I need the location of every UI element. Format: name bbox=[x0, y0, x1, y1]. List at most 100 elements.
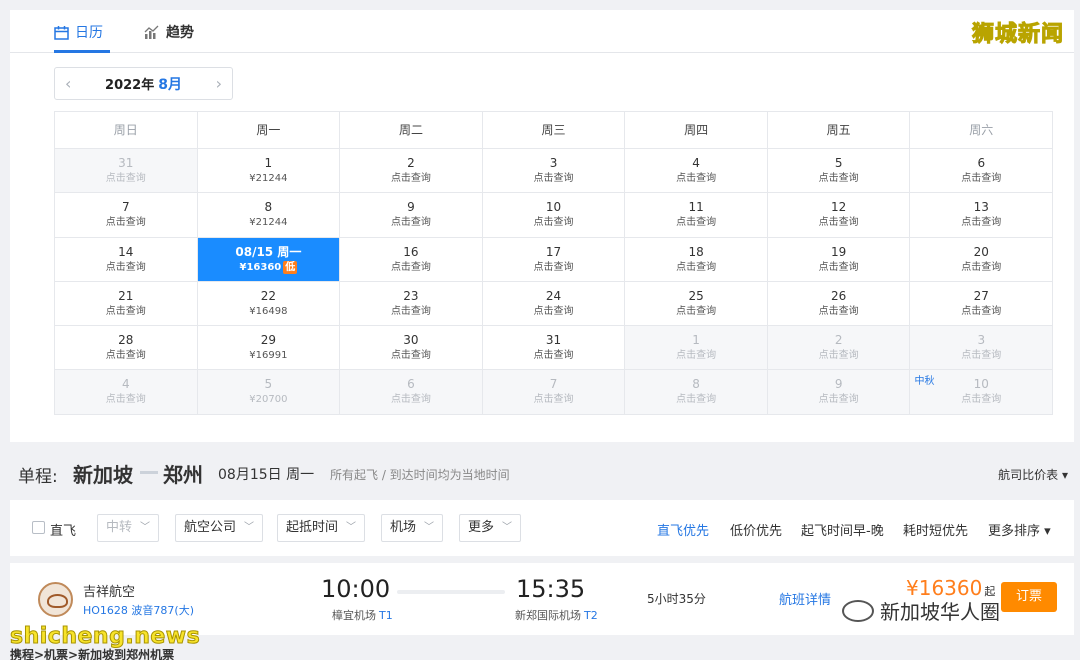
calendar-day[interactable]: 3 点击查询 bbox=[910, 326, 1054, 371]
book-button[interactable]: 订票 bbox=[1001, 582, 1057, 612]
direct-label[interactable]: 直飞 bbox=[50, 520, 76, 539]
calendar-day[interactable]: 12 点击查询 bbox=[767, 193, 911, 238]
sort-more[interactable]: 更多排序 ▾ bbox=[988, 520, 1051, 539]
day-price-text: 点击查询 bbox=[105, 394, 146, 406]
airline-compare-link[interactable]: 航司比价表 ▾ bbox=[998, 466, 1068, 483]
chevron-down-icon: ﹀ bbox=[424, 522, 435, 533]
day-price-text: 点击查询 bbox=[533, 305, 574, 317]
active-tab-indicator bbox=[54, 50, 110, 53]
calendar-day[interactable]: 2 点击查询 bbox=[340, 149, 483, 194]
calendar-day[interactable]: 18 点击查询 bbox=[625, 237, 768, 282]
calendar-day[interactable]: 21 点击查询 bbox=[55, 281, 198, 327]
day-price-text: ¥16498 bbox=[249, 305, 288, 317]
day-number: 18 bbox=[688, 244, 704, 259]
flight-details-link[interactable]: 航班详情 bbox=[779, 589, 831, 608]
calendar-day-selected[interactable]: 08/15 周一 ¥16360 低 bbox=[197, 237, 341, 282]
calendar-week-row: 14 点击查询 08/15 周一 ¥16360 低 16 点击查询 17 点击查询 18 点击查询 1… bbox=[55, 237, 1054, 282]
day-price: ¥16991 bbox=[198, 348, 340, 363]
tab-trend[interactable]: 趋势 bbox=[144, 22, 194, 42]
day-price: 点击查询 bbox=[55, 348, 197, 363]
calendar-day[interactable]: 20 点击查询 bbox=[910, 237, 1054, 282]
time-dropdown[interactable]: 起抵时间 ﹀ bbox=[277, 514, 366, 542]
day-number: 3 bbox=[549, 156, 558, 170]
day-price-text: 点击查询 bbox=[961, 305, 1002, 317]
calendar-day[interactable]: 23 点击查询 bbox=[340, 281, 483, 327]
departure-airport: 樟宜机场 T1 bbox=[332, 607, 393, 623]
calendar-day[interactable]: 28 点击查询 bbox=[55, 326, 198, 371]
calendar-day[interactable]: 6 点击查询 bbox=[340, 370, 483, 415]
airline-dropdown[interactable]: 航空公司 ﹀ bbox=[175, 514, 264, 542]
calendar-day[interactable]: 24 点击查询 bbox=[482, 281, 626, 327]
month-label: 2022年 8月 bbox=[105, 74, 182, 94]
calendar-day[interactable]: 1 点击查询 bbox=[625, 326, 768, 371]
calendar-day[interactable]: 6 点击查询 bbox=[910, 149, 1054, 194]
calendar-day[interactable]: 3 点击查询 bbox=[482, 149, 626, 194]
calendar-icon bbox=[54, 25, 69, 40]
tab-calendar[interactable]: 日历 bbox=[54, 22, 103, 42]
more-dropdown[interactable]: 更多 ﹀ bbox=[459, 514, 522, 542]
calendar-day[interactable]: 26 点击查询 bbox=[767, 281, 911, 327]
day-price: 点击查询 bbox=[55, 392, 197, 407]
calendar-day[interactable]: 中秋 10 点击查询 bbox=[910, 370, 1054, 415]
day-price: ¥16360 低 bbox=[198, 260, 340, 275]
calendar-day[interactable]: 11 点击查询 bbox=[625, 193, 768, 238]
flight-number[interactable]: HO1628 波音787(大) bbox=[83, 602, 194, 618]
day-price: 点击查询 bbox=[910, 260, 1052, 275]
calendar-grid: 周日 周一 周二 周三 周四 周五 周六 31 点击查询 1 ¥21244 2 点击查询 3… bbox=[54, 111, 1054, 415]
calendar-day[interactable]: 25 点击查询 bbox=[625, 281, 768, 327]
calendar-day[interactable]: 9 点击查询 bbox=[340, 193, 483, 238]
calendar-day[interactable]: 13 点击查询 bbox=[910, 193, 1054, 238]
day-number: 12 bbox=[831, 200, 847, 215]
sort-departure-time[interactable]: 起飞时间早-晚 bbox=[801, 520, 884, 539]
calendar-day[interactable]: 16 点击查询 bbox=[340, 237, 483, 282]
day-number: 22 bbox=[260, 288, 276, 303]
calendar-day[interactable]: 7 点击查询 bbox=[55, 193, 198, 238]
calendar-day[interactable]: 17 点击查询 bbox=[482, 237, 626, 282]
day-number: 24 bbox=[545, 288, 562, 303]
calendar-day[interactable]: 29 ¥16991 bbox=[197, 326, 341, 371]
airport-dropdown[interactable]: 机场 ﹀ bbox=[381, 514, 444, 542]
chevron-down-icon: ﹀ bbox=[140, 522, 151, 533]
prev-month-icon[interactable]: ‹ bbox=[65, 74, 71, 93]
day-price: 点击查询 bbox=[340, 215, 482, 230]
day-price-text: 点击查询 bbox=[105, 217, 146, 229]
day-price-text: 点击查询 bbox=[390, 261, 431, 273]
calendar-day[interactable]: 2 点击查询 bbox=[767, 326, 911, 371]
calendar-day[interactable]: 4 点击查询 bbox=[55, 370, 198, 415]
calendar-day[interactable]: 22 ¥16498 bbox=[197, 281, 341, 327]
calendar-day[interactable]: 31 点击查询 bbox=[55, 149, 198, 194]
calendar-day[interactable]: 14 点击查询 bbox=[55, 237, 198, 282]
calendar-day[interactable]: 31 点击查询 bbox=[482, 326, 626, 371]
calendar-day[interactable]: 4 点击查询 bbox=[625, 149, 768, 194]
sort-low-price[interactable]: 低价优先 bbox=[730, 520, 782, 539]
direct-checkbox[interactable] bbox=[32, 521, 45, 534]
weekday-header: 周日 周一 周二 周三 周四 周五 周六 bbox=[55, 112, 1054, 149]
day-price: 点击查询 bbox=[625, 348, 767, 363]
calendar-day[interactable]: 1 ¥21244 bbox=[197, 149, 341, 194]
dropdown-label: 更多 bbox=[468, 520, 495, 535]
calendar-day[interactable]: 5 点击查询 bbox=[767, 149, 911, 194]
day-number: 28 bbox=[118, 333, 134, 348]
calendar-day[interactable]: 19 点击查询 bbox=[767, 237, 911, 282]
calendar-day[interactable]: 8 ¥21244 bbox=[197, 193, 341, 238]
day-number: 2 bbox=[834, 333, 843, 348]
wechat-watermark: 新加坡华人圈 bbox=[842, 596, 1000, 625]
calendar-day[interactable]: 27 点击查询 bbox=[910, 281, 1054, 327]
day-number: 17 bbox=[545, 244, 562, 259]
sort-duration[interactable]: 耗时短优先 bbox=[903, 520, 968, 539]
flight-duration: 5小时35分 bbox=[647, 592, 706, 606]
calendar-day[interactable]: 30 点击查询 bbox=[340, 326, 483, 371]
calendar-day[interactable]: 8 点击查询 bbox=[625, 370, 768, 415]
next-month-icon[interactable]: › bbox=[216, 74, 222, 93]
trend-chart-icon bbox=[144, 25, 159, 39]
calendar-day[interactable]: 5 ¥20700 bbox=[197, 370, 341, 415]
calendar-day[interactable]: 10 点击查询 bbox=[482, 193, 626, 238]
day-price: 点击查询 bbox=[768, 171, 910, 186]
local-time-note: 所有起飞 / 到达时间均为当地时间 bbox=[330, 468, 510, 482]
calendar-day[interactable]: 9 点击查询 bbox=[767, 370, 911, 415]
calendar-day[interactable]: 7 点击查询 bbox=[482, 370, 626, 415]
day-price-text: ¥21244 bbox=[249, 173, 288, 184]
day-price: 点击查询 bbox=[55, 260, 197, 275]
sort-direct-first[interactable]: 直飞优先 bbox=[657, 520, 709, 539]
day-number: 31 bbox=[545, 333, 562, 348]
